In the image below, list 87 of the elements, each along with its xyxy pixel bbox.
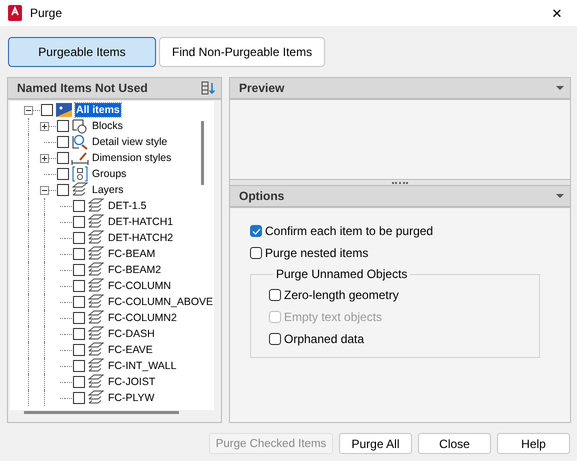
dialog-button[interactable]: Help — [497, 433, 570, 454]
tree-item[interactable]: DET-HATCH2 — [107, 231, 174, 245]
tree-item[interactable]: Dimension styles — [91, 151, 172, 165]
checkbox[interactable] — [57, 136, 69, 148]
collapse-icon[interactable] — [556, 194, 564, 198]
layers-icon — [87, 374, 105, 390]
splitter-handle[interactable] — [230, 179, 570, 186]
tree-item[interactable]: FC-COLUMN2 — [107, 311, 178, 325]
scrollbar[interactable] — [201, 121, 204, 185]
checkbox[interactable] — [73, 296, 85, 308]
tree-item[interactable]: DET-HATCH1 — [107, 215, 174, 229]
tree-item[interactable]: FC-COLUMN_ABOVE — [107, 295, 214, 309]
checkbox[interactable] — [57, 168, 69, 180]
checkbox[interactable] — [57, 184, 69, 196]
tree-item[interactable]: FC-DASH — [107, 327, 156, 341]
tree-item[interactable]: FC-PLYW — [107, 391, 156, 405]
tree-item[interactable]: FC-COLUMN — [107, 279, 172, 293]
layers-icon — [87, 342, 105, 358]
expand-toggle[interactable] — [40, 186, 49, 194]
app-logo-icon — [8, 5, 22, 21]
layers-icon — [87, 230, 105, 246]
tree-item[interactable]: FC-INT_WALL — [107, 359, 178, 373]
layers-icon — [87, 214, 105, 230]
group-icon — [71, 166, 89, 182]
checkbox[interactable] — [57, 120, 69, 132]
layers-icon — [87, 326, 105, 342]
checkbox[interactable] — [73, 312, 85, 324]
window-title: Purge — [30, 6, 64, 20]
layers-icon — [87, 246, 105, 262]
tree-item[interactable]: FC-BEAM — [107, 247, 156, 261]
magnifier-icon — [71, 134, 89, 150]
expand-toggle[interactable] — [40, 154, 49, 162]
layers-icon — [87, 294, 105, 310]
collapse-icon[interactable] — [556, 86, 564, 90]
checkbox[interactable] — [73, 200, 85, 212]
option-label: Purge nested items — [265, 246, 368, 260]
checkbox[interactable] — [73, 360, 85, 372]
checkbox[interactable] — [73, 344, 85, 356]
layers-icon — [87, 390, 105, 406]
expand-toggle[interactable] — [40, 122, 49, 130]
expand-toggle[interactable] — [24, 106, 33, 114]
option-label: Empty text objects — [284, 310, 382, 324]
checkbox[interactable] — [73, 248, 85, 260]
checkbox[interactable] — [269, 333, 281, 345]
layers-icon — [87, 262, 105, 278]
checkbox[interactable] — [250, 247, 262, 259]
tree-item[interactable]: FC-EAVE — [107, 343, 154, 357]
checkbox[interactable] — [73, 328, 85, 340]
group-title: Purge Unnamed Objects — [275, 267, 408, 281]
dialog-button[interactable]: Close — [418, 433, 491, 454]
tree-item[interactable]: Layers — [91, 183, 125, 197]
tree-item[interactable]: All items — [75, 103, 121, 117]
option-label: Zero-length geometry — [284, 288, 399, 302]
checkbox[interactable] — [269, 289, 281, 301]
layers-icon — [87, 358, 105, 374]
tab[interactable]: Purgeable Items — [8, 37, 156, 67]
checkbox[interactable] — [57, 152, 69, 164]
checkbox[interactable] — [250, 225, 262, 237]
dialog-button[interactable]: Purge All — [339, 433, 412, 454]
dimension-icon — [71, 150, 89, 166]
scrollbar[interactable] — [24, 411, 179, 414]
checkbox[interactable] — [41, 104, 53, 116]
panel-title: Preview — [239, 81, 286, 95]
layers-icon — [87, 278, 105, 294]
option-label: Confirm each item to be purged — [265, 224, 434, 238]
checkbox[interactable] — [73, 216, 85, 228]
close-button[interactable]: ✕ — [537, 6, 577, 20]
tree-item[interactable]: DET-1.5 — [107, 199, 148, 213]
tree-item[interactable]: Detail view style — [91, 135, 168, 149]
layers-icon — [87, 198, 105, 214]
tree-item[interactable]: Groups — [91, 167, 128, 181]
block-icon — [71, 118, 89, 134]
panel-title: Named Items Not Used — [17, 81, 149, 95]
panel-title: Options — [239, 189, 286, 203]
tree-item[interactable]: FC-BEAM2 — [107, 263, 162, 277]
checkbox[interactable] — [73, 376, 85, 388]
checkbox[interactable] — [73, 392, 85, 404]
tree-item[interactable]: FC-JOIST — [107, 375, 156, 389]
checkbox[interactable] — [73, 280, 85, 292]
tab[interactable]: Find Non-Purgeable Items — [159, 37, 326, 67]
layers-icon — [71, 182, 89, 198]
tree-item[interactable]: Blocks — [91, 119, 124, 133]
sort-icon[interactable] — [201, 81, 215, 95]
checkbox[interactable] — [73, 264, 85, 276]
checkbox[interactable] — [73, 232, 85, 244]
layers-icon — [87, 310, 105, 326]
option-label: Orphaned data — [284, 332, 364, 346]
